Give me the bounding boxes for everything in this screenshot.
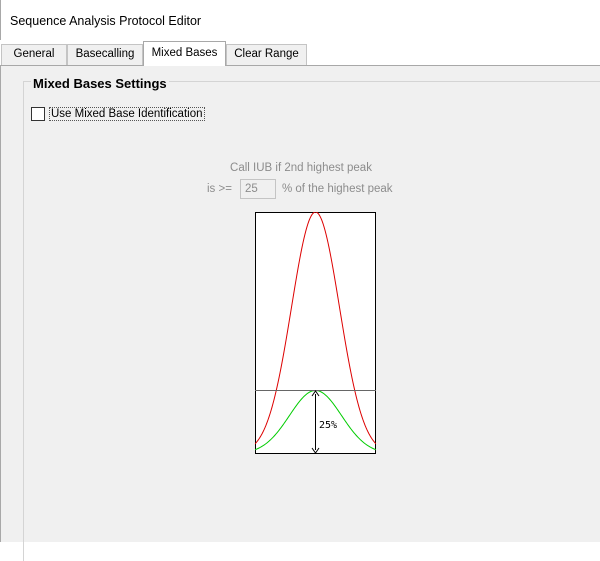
percent-row: is >= % of the highest peak bbox=[207, 179, 393, 199]
tab-general[interactable]: General bbox=[1, 44, 67, 65]
window-title: Sequence Analysis Protocol Editor bbox=[10, 14, 202, 28]
use-mixed-base-checkbox[interactable] bbox=[31, 107, 45, 121]
call-iub-text: Call IUB if 2nd highest peak bbox=[230, 162, 372, 174]
tab-basecalling[interactable]: Basecalling bbox=[67, 44, 143, 65]
mixed-bases-panel: Mixed Bases Settings Use Mixed Base Iden… bbox=[0, 65, 600, 561]
use-mixed-base-label[interactable]: Use Mixed Base Identification bbox=[49, 107, 205, 121]
title-bar: Sequence Analysis Protocol Editor bbox=[0, 0, 600, 40]
tab-strip: General Basecalling Mixed Bases Clear Ra… bbox=[0, 40, 600, 66]
percent-prefix: is >= bbox=[207, 183, 232, 195]
group-title: Mixed Bases Settings bbox=[31, 76, 169, 91]
tab-clear-range[interactable]: Clear Range bbox=[226, 44, 307, 65]
percent-input[interactable] bbox=[239, 179, 276, 199]
percent-suffix: % of the highest peak bbox=[281, 183, 393, 195]
percent-label: 25% bbox=[319, 420, 337, 431]
peak-diagram: 25% bbox=[255, 212, 376, 454]
use-mixed-base-row[interactable]: Use Mixed Base Identification bbox=[31, 106, 205, 122]
tab-mixed-bases[interactable]: Mixed Bases bbox=[143, 41, 226, 66]
